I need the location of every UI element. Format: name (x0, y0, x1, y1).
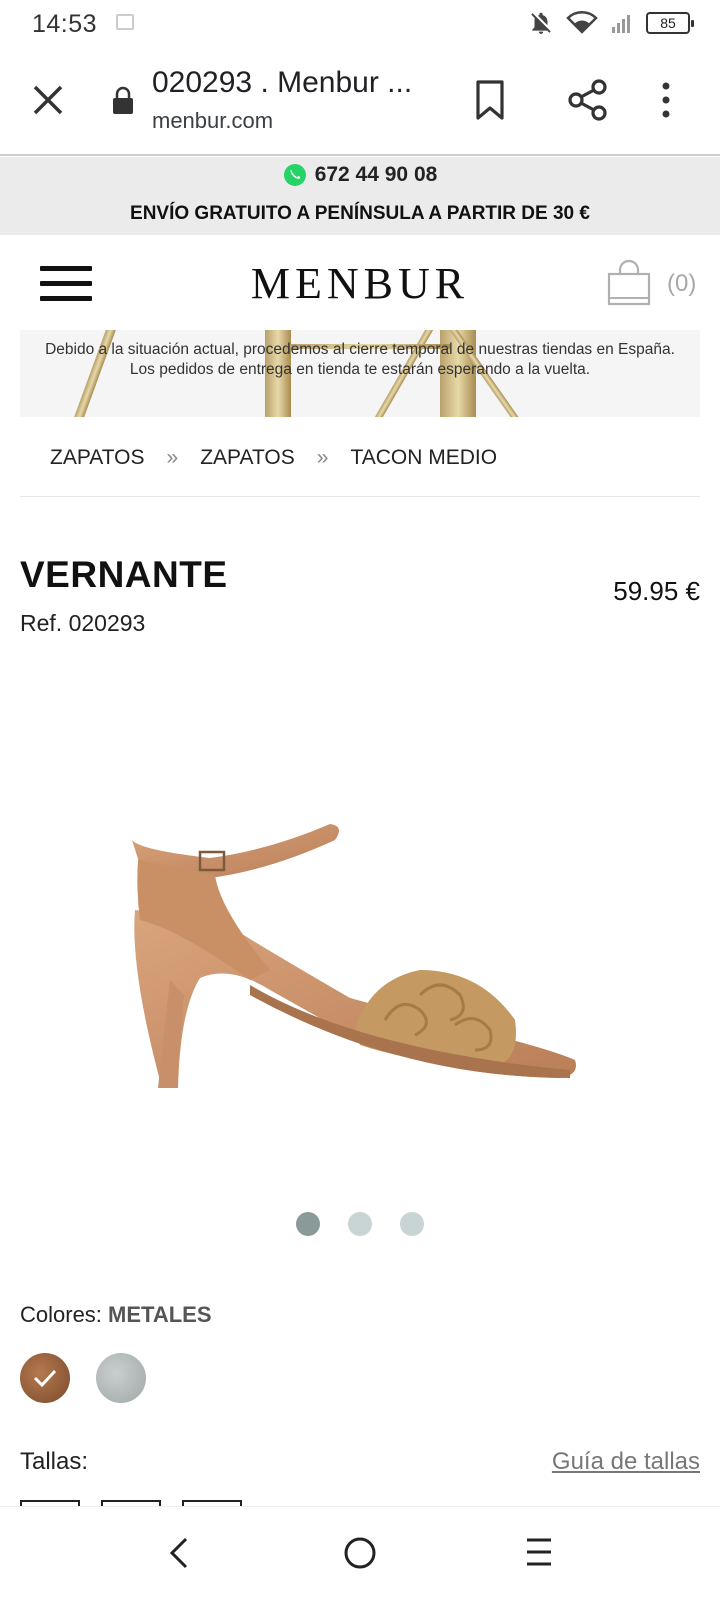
notifications-off-icon (531, 12, 551, 34)
breadcrumb-item[interactable]: ZAPATOS (50, 446, 145, 470)
selected-color: METALES (108, 1302, 212, 1327)
lock-icon[interactable] (111, 86, 135, 116)
breadcrumb-separator: » (316, 446, 329, 469)
phone-contact[interactable]: 672 44 90 08 (0, 163, 720, 187)
colors-label-text: Colores: (20, 1302, 102, 1327)
check-icon (33, 1369, 57, 1388)
color-swatch[interactable] (96, 1353, 146, 1403)
product-price: 59.95 € (613, 576, 700, 606)
breadcrumb: ZAPATOS » ZAPATOS » TACON MEDIO (50, 446, 497, 470)
bookmark-icon[interactable] (470, 78, 510, 122)
sizes-label: Tallas: (20, 1448, 89, 1475)
store-closure-banner[interactable]: Debido a la situación actual, procedemos… (20, 330, 700, 417)
breadcrumb-separator: » (166, 446, 179, 469)
gallery-notification-icon (116, 14, 134, 30)
product-ref: Ref. 020293 (20, 610, 146, 636)
browser-toolbar: 020293 . Menbur ... menbur.com (0, 46, 720, 156)
status-time: 14:53 (32, 10, 98, 38)
more-vert-icon[interactable] (654, 78, 678, 122)
colors-label: Colores: METALES (20, 1302, 212, 1328)
cart-count[interactable]: (0) (667, 270, 696, 298)
promo-strip: 672 44 90 08 ENVÍO GRATUITO A PENÍNSULA … (0, 157, 720, 235)
battery-level: 85 (660, 15, 676, 31)
notice-text: Debido a la situación actual, procedemos… (45, 341, 675, 378)
free-shipping-text: ENVÍO GRATUITO A PENÍNSULA A PARTIR DE 3… (130, 203, 590, 224)
product-name: VERNANTE (20, 554, 228, 595)
shopping-bag-icon[interactable] (606, 258, 652, 306)
page-title[interactable]: 020293 . Menbur ... (152, 66, 412, 100)
wifi-icon (566, 11, 598, 34)
back-icon[interactable] (166, 1535, 194, 1571)
share-icon[interactable] (566, 78, 610, 122)
close-icon[interactable] (28, 80, 68, 120)
color-swatch-selected[interactable] (20, 1353, 70, 1403)
product-image[interactable] (100, 820, 620, 1120)
page-url[interactable]: menbur.com (152, 108, 273, 134)
status-icons: 85 (528, 8, 694, 38)
signal-icon (612, 15, 630, 33)
phone-number: 672 44 90 08 (314, 163, 438, 186)
recent-apps-icon[interactable] (524, 1535, 554, 1569)
breadcrumb-item[interactable]: TACON MEDIO (350, 446, 497, 470)
image-carousel-dots (0, 1212, 720, 1236)
system-navigation-bar (0, 1506, 720, 1600)
size-guide-link[interactable]: Guía de tallas (552, 1448, 700, 1476)
whatsapp-icon (283, 164, 306, 186)
battery-icon: 85 (646, 12, 694, 34)
home-icon[interactable] (342, 1535, 378, 1571)
divider (20, 496, 700, 497)
status-bar: 14:53 85 (0, 0, 720, 46)
carousel-dot[interactable] (400, 1212, 424, 1236)
carousel-dot[interactable] (296, 1212, 320, 1236)
carousel-dot[interactable] (348, 1212, 372, 1236)
breadcrumb-item[interactable]: ZAPATOS (200, 446, 295, 470)
